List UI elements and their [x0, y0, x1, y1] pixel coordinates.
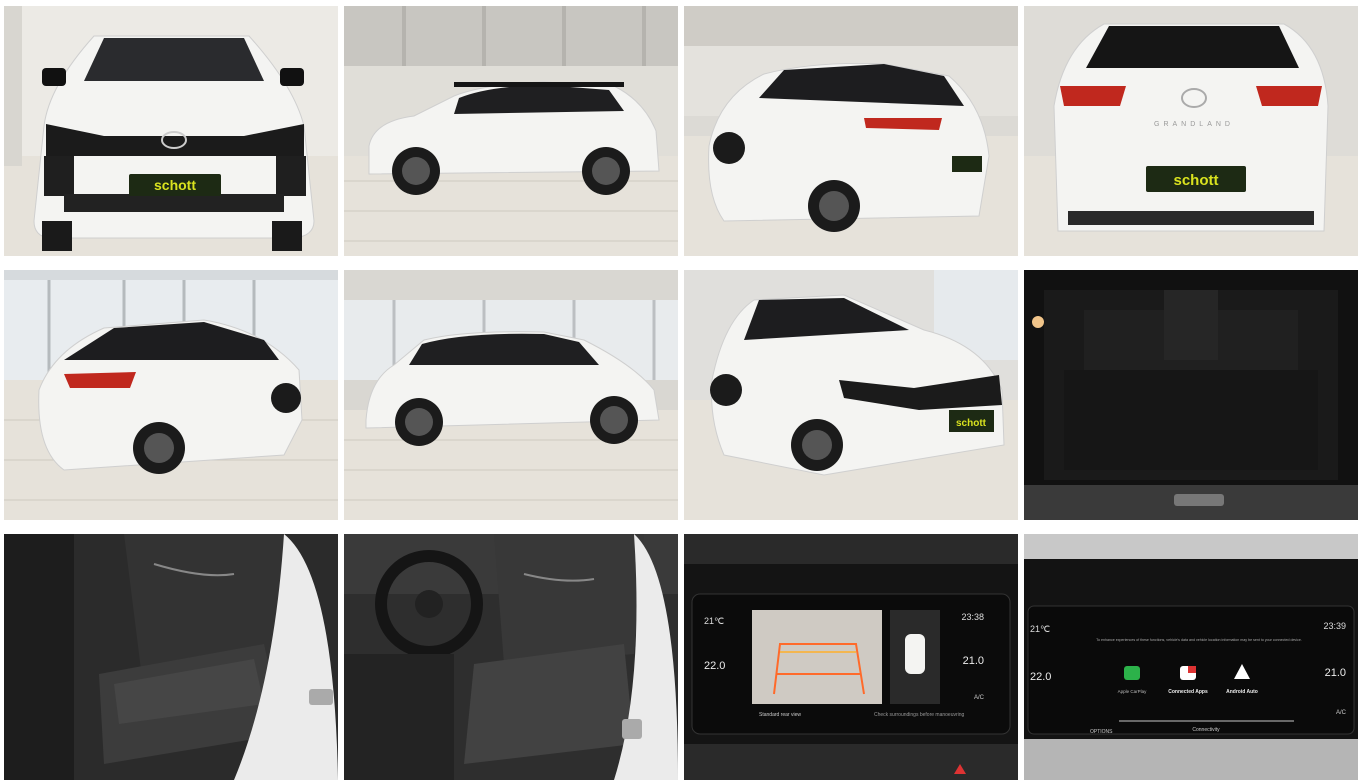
model-badge-text: GRANDLAND [1154, 121, 1234, 128]
clock-text: 23:39 [1323, 621, 1346, 631]
photo-thumb-5-rear-quarter-left[interactable] [4, 270, 338, 520]
side-left-image [344, 270, 678, 520]
license-plate-text: schott [1174, 172, 1219, 189]
app-label-carplay: Apple CarPlay [1118, 689, 1148, 694]
photo-thumb-10-driver-seat[interactable] [344, 534, 678, 780]
ac-text: A/C [974, 695, 985, 701]
rear-quarter-view-image [684, 6, 1018, 256]
front-view-image: schott [4, 6, 338, 256]
rear-seats-image [4, 534, 338, 780]
license-plate-text: schott [956, 418, 987, 429]
left-temp-text: 22.0 [1030, 671, 1051, 683]
front-quarter-image: schott [684, 270, 1018, 520]
photo-thumb-12-infotainment-connectivity[interactable]: 21℃ 23:39 22.0 21.0 A/C To enhance exper… [1024, 534, 1358, 780]
driver-seat-image [344, 534, 678, 780]
right-temp-text: 21.0 [963, 655, 984, 667]
trunk-image [1024, 270, 1358, 520]
photo-thumb-2-side[interactable] [344, 6, 678, 256]
photo-thumb-4-rear[interactable]: GRANDLAND schott [1024, 6, 1358, 256]
photo-thumb-7-front-quarter[interactable]: schott [684, 270, 1018, 520]
camera-warning-label: Check surroundings before manoeuvring [874, 712, 965, 718]
photo-thumb-8-trunk[interactable] [1024, 270, 1358, 520]
rear-quarter-left-image [4, 270, 338, 520]
camera-mode-label: Standard rear view [759, 712, 801, 718]
apple-carplay-icon[interactable] [1124, 666, 1140, 680]
clock-text: 23:38 [961, 612, 984, 622]
outside-temp-text: 21℃ [1030, 624, 1050, 634]
app-label-android: Android Auto [1226, 689, 1258, 695]
license-plate-text: schott [154, 177, 196, 193]
photo-thumb-6-side-left[interactable] [344, 270, 678, 520]
privacy-notice-text: To enhance experiences of these function… [1096, 638, 1302, 642]
rear-view-image: GRANDLAND schott [1024, 6, 1358, 256]
options-button[interactable]: OPTIONS [1090, 729, 1113, 735]
left-temp-text: 22.0 [704, 660, 725, 672]
app-label-connected: Connected Apps [1168, 689, 1208, 695]
photo-thumb-3-rear-quarter[interactable] [684, 6, 1018, 256]
photo-gallery: schott GRANDLAND schott schott 21℃ 23:38… [0, 0, 1365, 780]
outside-temp-text: 21℃ [704, 616, 724, 626]
connectivity-tab-label[interactable]: Connectivity [1192, 727, 1220, 733]
right-temp-text: 21.0 [1325, 667, 1346, 679]
photo-thumb-11-infotainment-camera[interactable]: 21℃ 23:38 22.0 21.0 A/C Standard rear vi… [684, 534, 1018, 780]
infotainment-connectivity-image: 21℃ 23:39 22.0 21.0 A/C To enhance exper… [1024, 534, 1358, 780]
photo-thumb-1-front[interactable]: schott [4, 6, 338, 256]
infotainment-camera-image: 21℃ 23:38 22.0 21.0 A/C Standard rear vi… [684, 534, 1018, 780]
photo-thumb-9-rear-seats[interactable] [4, 534, 338, 780]
ac-text: A/C [1336, 710, 1347, 716]
side-view-image [344, 6, 678, 256]
